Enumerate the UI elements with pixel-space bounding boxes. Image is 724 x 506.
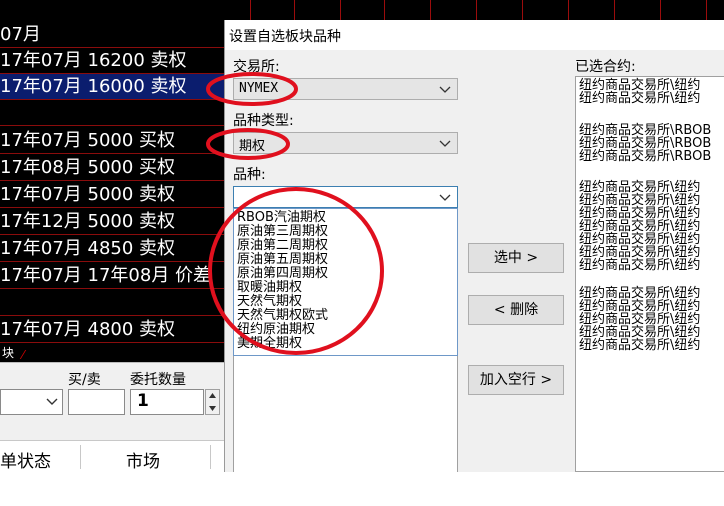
contract-row[interactable] — [0, 100, 224, 126]
contract-row-text: 17年07月 5000 卖权 — [0, 184, 176, 205]
top-grid-strip — [224, 0, 724, 20]
contract-row[interactable]: 17年07月 4800 卖权 — [0, 317, 224, 343]
contract-row[interactable]: 17年07月 5000 卖权 — [0, 182, 224, 208]
contract-row-text: 17年07月 4800 卖权 — [0, 319, 176, 340]
spin-up-icon[interactable] — [208, 392, 217, 400]
board-tabs[interactable]: 块 ⁄ — [0, 344, 224, 362]
contract-list: 07月 17年07月 16200 卖权 17年07月 16000 卖权 17年0… — [0, 0, 224, 362]
variety-option[interactable]: 原油第三周期权 — [237, 225, 328, 238]
variety-label: 品种: — [233, 167, 266, 183]
exchange-label: 交易所: — [233, 59, 280, 75]
quantity-stepper[interactable]: 1 — [130, 389, 204, 415]
contract-row[interactable]: 17年07月 16200 卖权 — [0, 48, 224, 74]
side-input[interactable] — [68, 389, 125, 415]
variety-type-label: 品种类型: — [233, 113, 294, 129]
contract-row-text: 17年08月 5000 买权 — [0, 157, 176, 178]
chevron-down-icon — [439, 86, 451, 93]
contract-row[interactable]: 07月 — [0, 22, 224, 48]
contract-row[interactable]: 17年12月 5000 卖权 — [0, 209, 224, 235]
variety-dropdown-list: RBOB汽油期权 原油第三周期权 原油第二周期权 原油第五周期权 原油第四周期权… — [233, 208, 458, 356]
contract-row-text: 17年07月 16200 卖权 — [0, 50, 187, 71]
exchange-value: NYMEX — [239, 81, 279, 96]
quantity-spin-buttons[interactable] — [205, 389, 220, 415]
contract-row-text: 17年07月 16000 卖权 — [0, 76, 187, 97]
chevron-down-icon — [439, 140, 451, 147]
contract-row-text: 17年07月 17年08月 价差 — [0, 265, 212, 286]
chevron-down-icon — [439, 194, 451, 201]
variety-option[interactable]: 取暖油期权 — [237, 281, 302, 294]
contract-row-text: 17年07月 5000 买权 — [0, 130, 176, 151]
variety-option[interactable]: 美期全期权 — [237, 337, 302, 350]
order-table-header: 单状态 市场 — [0, 440, 224, 473]
contract-row-selected[interactable]: 17年07月 16000 卖权 — [0, 74, 224, 100]
spin-down-icon[interactable] — [208, 404, 217, 412]
selected-contracts-label: 已选合约: — [575, 59, 636, 75]
contract-row-text: 17年12月 5000 卖权 — [0, 211, 176, 232]
market-column[interactable]: 市场 — [126, 447, 160, 472]
custom-board-dialog: 设置自选板块品种 交易所: NYMEX 品种类型: 期权 品种: RBOB汽油期… — [224, 20, 724, 472]
variety-listbox[interactable] — [233, 356, 458, 472]
quantity-value: 1 — [137, 391, 149, 411]
selected-contract-item[interactable]: 纽约商品交易所\纽约 — [579, 259, 700, 272]
delete-button[interactable]: < 删除 — [468, 295, 564, 325]
add-blank-row-button[interactable]: 加入空行 > — [468, 365, 564, 395]
selected-contract-item[interactable]: 纽约商品交易所\纽约 — [579, 339, 700, 352]
variety-option[interactable]: 原油第四周期权 — [237, 267, 328, 280]
variety-type-select[interactable]: 期权 — [233, 132, 458, 154]
dialog-titlebar[interactable]: 设置自选板块品种 — [225, 20, 724, 50]
contract-row-text: 07月 — [0, 24, 41, 45]
variety-option[interactable]: 原油第二周期权 — [237, 239, 328, 252]
variety-option[interactable]: 天然气期权 — [237, 295, 302, 308]
contract-select[interactable] — [0, 389, 63, 415]
contract-row[interactable] — [0, 290, 224, 316]
variety-option[interactable]: 纽约原油期权 — [237, 323, 315, 336]
exchange-select[interactable]: NYMEX — [233, 78, 458, 100]
selected-contracts-list[interactable]: 纽约商品交易所\纽约 纽约商品交易所\纽约 纽约商品交易所\RBOB 纽约商品交… — [575, 76, 724, 472]
board-tab-label: 块 — [2, 346, 15, 360]
contract-row[interactable]: 17年07月 5000 买权 — [0, 128, 224, 154]
contract-row[interactable]: 17年07月 4850 卖权 — [0, 236, 224, 262]
order-status-column[interactable]: 单状态 — [0, 447, 51, 472]
variety-type-value: 期权 — [239, 139, 266, 154]
quantity-label: 委托数量 — [130, 372, 186, 388]
contract-row-text: 17年07月 4850 卖权 — [0, 238, 176, 259]
select-button[interactable]: 选中 > — [468, 243, 564, 273]
variety-option[interactable]: RBOB汽油期权 — [237, 211, 326, 224]
variety-option[interactable]: 原油第五周期权 — [237, 253, 328, 266]
variety-select[interactable] — [233, 186, 458, 208]
selected-contract-item[interactable]: 纽约商品交易所\RBOB — [579, 150, 711, 163]
variety-option[interactable]: 天然气期权欧式 — [237, 309, 328, 322]
contract-row[interactable]: 17年08月 5000 买权 — [0, 155, 224, 181]
contract-row[interactable]: 17年07月 17年08月 价差 — [0, 263, 224, 289]
chevron-down-icon — [46, 398, 58, 405]
dialog-title: 设置自选板块品种 — [229, 29, 341, 45]
selected-contract-item[interactable]: 纽约商品交易所\纽约 — [579, 92, 700, 105]
side-label: 买/卖 — [68, 372, 101, 388]
